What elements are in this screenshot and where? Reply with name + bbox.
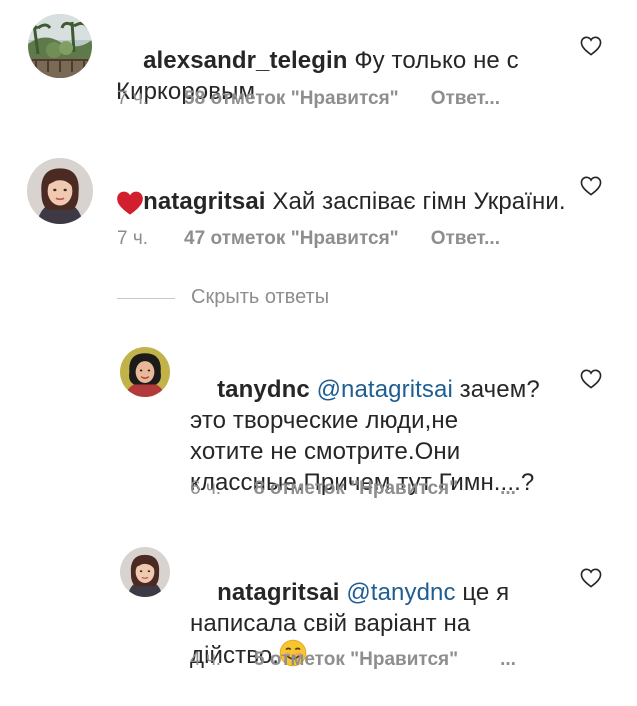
comment-meta: 7 ч. 58 отметок "Нравится" Ответ... xyxy=(117,88,500,110)
comment-body: зачем? xyxy=(452,376,540,403)
like-heart-icon[interactable] xyxy=(580,568,602,588)
comment-meta: 4 ч. 5 отметок "Нравится"... xyxy=(190,649,516,671)
comment-text: tanydnc @natagritsai зачем? это творчески… xyxy=(190,343,580,529)
comment-username[interactable]: natagritsai xyxy=(143,188,265,215)
comment-meta: 7 ч. 47 отметок "Нравится" Ответ... xyxy=(117,228,500,250)
comment-text: natagritsai @tanydnc це я написала свій в… xyxy=(190,546,580,706)
comment-time: 7 ч. xyxy=(117,88,149,109)
avatar-woman-portrait-image xyxy=(120,547,170,597)
comment-meta: 6 ч. 8 отметок "Нравится"... xyxy=(190,478,516,500)
mention-link[interactable]: @natagritsai xyxy=(317,376,453,403)
avatar[interactable] xyxy=(28,14,92,78)
like-heart-icon[interactable] xyxy=(580,369,602,389)
avatar[interactable] xyxy=(27,158,93,224)
likes-count[interactable]: 5 отметок "Нравится" xyxy=(254,649,458,670)
likes-count[interactable]: 58 отметок "Нравится" xyxy=(184,88,399,109)
comment-time: 6 ч. xyxy=(190,478,222,499)
comment-time: 4 ч. xyxy=(190,649,222,670)
reply-comment: tanydnc @natagritsai зачем? это творчески… xyxy=(0,335,637,510)
comment-text: alexsandr_telegin Фу только не с Киркоро… xyxy=(116,14,556,138)
avatar[interactable] xyxy=(120,547,170,597)
avatar-palm-garden-image xyxy=(28,14,92,78)
comment-username[interactable]: alexsandr_telegin xyxy=(143,47,347,74)
more-options[interactable]: ... xyxy=(500,649,516,670)
avatar-woman-portrait-image xyxy=(27,158,93,224)
red-heart-emoji xyxy=(116,190,144,216)
mention-link[interactable]: @tanydnc xyxy=(346,579,455,606)
avatar-woman-portrait-image xyxy=(120,347,170,397)
reply-comment: natagritsai @tanydnc це я написала свій в… xyxy=(0,540,637,684)
like-heart-icon[interactable] xyxy=(580,36,602,56)
avatar[interactable] xyxy=(120,347,170,397)
comment: alexsandr_telegin Фу только не с Киркоро… xyxy=(0,0,637,130)
divider-line xyxy=(117,298,175,299)
comment-time: 7 ч. xyxy=(117,228,149,249)
more-options[interactable]: ... xyxy=(500,478,516,499)
comment-body: Хай заспіває гімн України. xyxy=(265,188,566,215)
reply-link[interactable]: Ответ... xyxy=(431,88,500,109)
comment-username[interactable]: tanydnc xyxy=(217,376,310,403)
likes-count[interactable]: 47 отметок "Нравится" xyxy=(184,228,399,249)
comment-username[interactable]: natagritsai xyxy=(217,579,339,606)
comment-body: це я xyxy=(455,579,510,606)
comment: natagritsai Хай заспіває гімн України. 7… xyxy=(0,140,637,270)
hide-replies-label[interactable]: Скрыть ответы xyxy=(191,286,329,309)
like-heart-icon[interactable] xyxy=(580,176,602,196)
likes-count[interactable]: 8 отметок "Нравится" xyxy=(254,478,458,499)
reply-link[interactable]: Ответ... xyxy=(431,228,500,249)
